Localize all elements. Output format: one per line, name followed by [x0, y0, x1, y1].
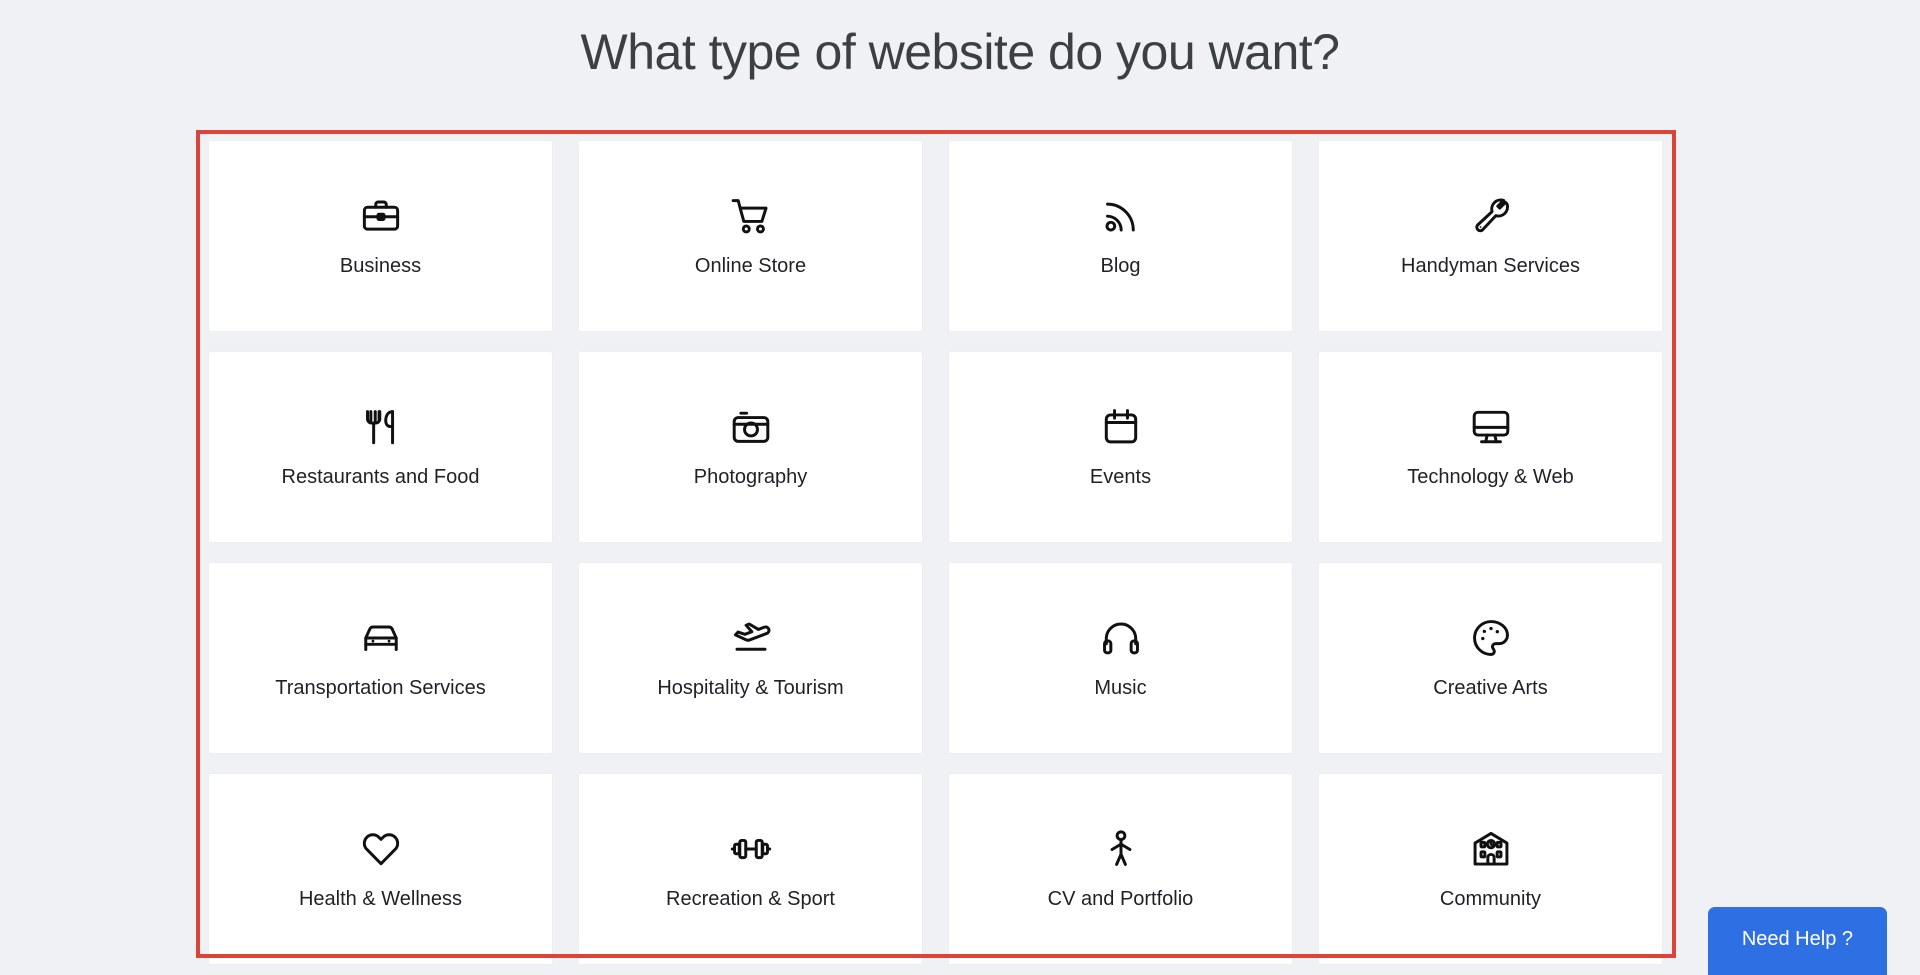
category-card-cv-and-portfolio[interactable]: CV and Portfolio	[949, 774, 1292, 964]
category-card-music[interactable]: Music	[949, 563, 1292, 753]
category-card-label: Restaurants and Food	[281, 465, 480, 488]
category-card-recreation-sport[interactable]: Recreation & Sport	[579, 774, 922, 964]
category-card-label: Community	[1439, 887, 1542, 910]
category-card-technology-web[interactable]: Technology & Web	[1319, 352, 1662, 542]
car-icon	[358, 615, 404, 661]
category-card-label: Handyman Services	[1401, 254, 1580, 277]
paint-palette-icon	[1468, 615, 1514, 661]
briefcase-icon	[358, 193, 404, 239]
category-card-label: Hospitality & Tourism	[657, 676, 844, 699]
category-card-label: Photography	[693, 465, 808, 488]
headphones-icon	[1098, 615, 1144, 661]
need-help-button[interactable]: Need Help ?	[1707, 907, 1887, 975]
category-card-business[interactable]: Business	[209, 141, 552, 331]
category-card-label: Music	[1094, 676, 1147, 699]
category-card-events[interactable]: Events	[949, 352, 1292, 542]
civic-building-icon	[1468, 826, 1514, 872]
heart-icon	[358, 826, 404, 872]
category-card-online-store[interactable]: Online Store	[579, 141, 922, 331]
shopping-cart-icon	[728, 193, 774, 239]
camera-icon	[728, 404, 774, 450]
category-card-creative-arts[interactable]: Creative Arts	[1319, 563, 1662, 753]
person-standing-icon	[1098, 826, 1144, 872]
category-card-label: Online Store	[694, 254, 807, 277]
category-card-label: Transportation Services	[275, 676, 486, 699]
category-card-label: Technology & Web	[1407, 465, 1574, 488]
wrench-icon	[1468, 193, 1514, 239]
category-card-community[interactable]: Community	[1319, 774, 1662, 964]
rss-feed-icon	[1098, 193, 1144, 239]
airplane-takeoff-icon	[728, 615, 774, 661]
category-card-transportation-services[interactable]: Transportation Services	[209, 563, 552, 753]
category-card-blog[interactable]: Blog	[949, 141, 1292, 331]
category-card-photography[interactable]: Photography	[579, 352, 922, 542]
calendar-icon	[1098, 404, 1144, 450]
dumbbell-icon	[728, 826, 774, 872]
category-card-restaurants-and-food[interactable]: Restaurants and Food	[209, 352, 552, 542]
category-card-label: Business	[339, 254, 422, 277]
category-card-label: Creative Arts	[1433, 676, 1548, 699]
category-card-hospitality-tourism[interactable]: Hospitality & Tourism	[579, 563, 922, 753]
category-card-health-wellness[interactable]: Health & Wellness	[209, 774, 552, 964]
category-card-label: Health & Wellness	[298, 887, 463, 910]
category-card-handyman-services[interactable]: Handyman Services	[1319, 141, 1662, 331]
desktop-monitor-icon	[1468, 404, 1514, 450]
fork-knife-icon	[358, 404, 404, 450]
website-type-grid: Business Online Store Blog Handyman Service…	[209, 141, 1664, 964]
category-card-label: Events	[1089, 465, 1152, 488]
category-card-label: Recreation & Sport	[666, 887, 835, 910]
category-card-label: Blog	[1100, 254, 1141, 277]
category-card-label: CV and Portfolio	[1047, 887, 1194, 910]
page-title: What type of website do you want?	[580, 24, 1340, 80]
